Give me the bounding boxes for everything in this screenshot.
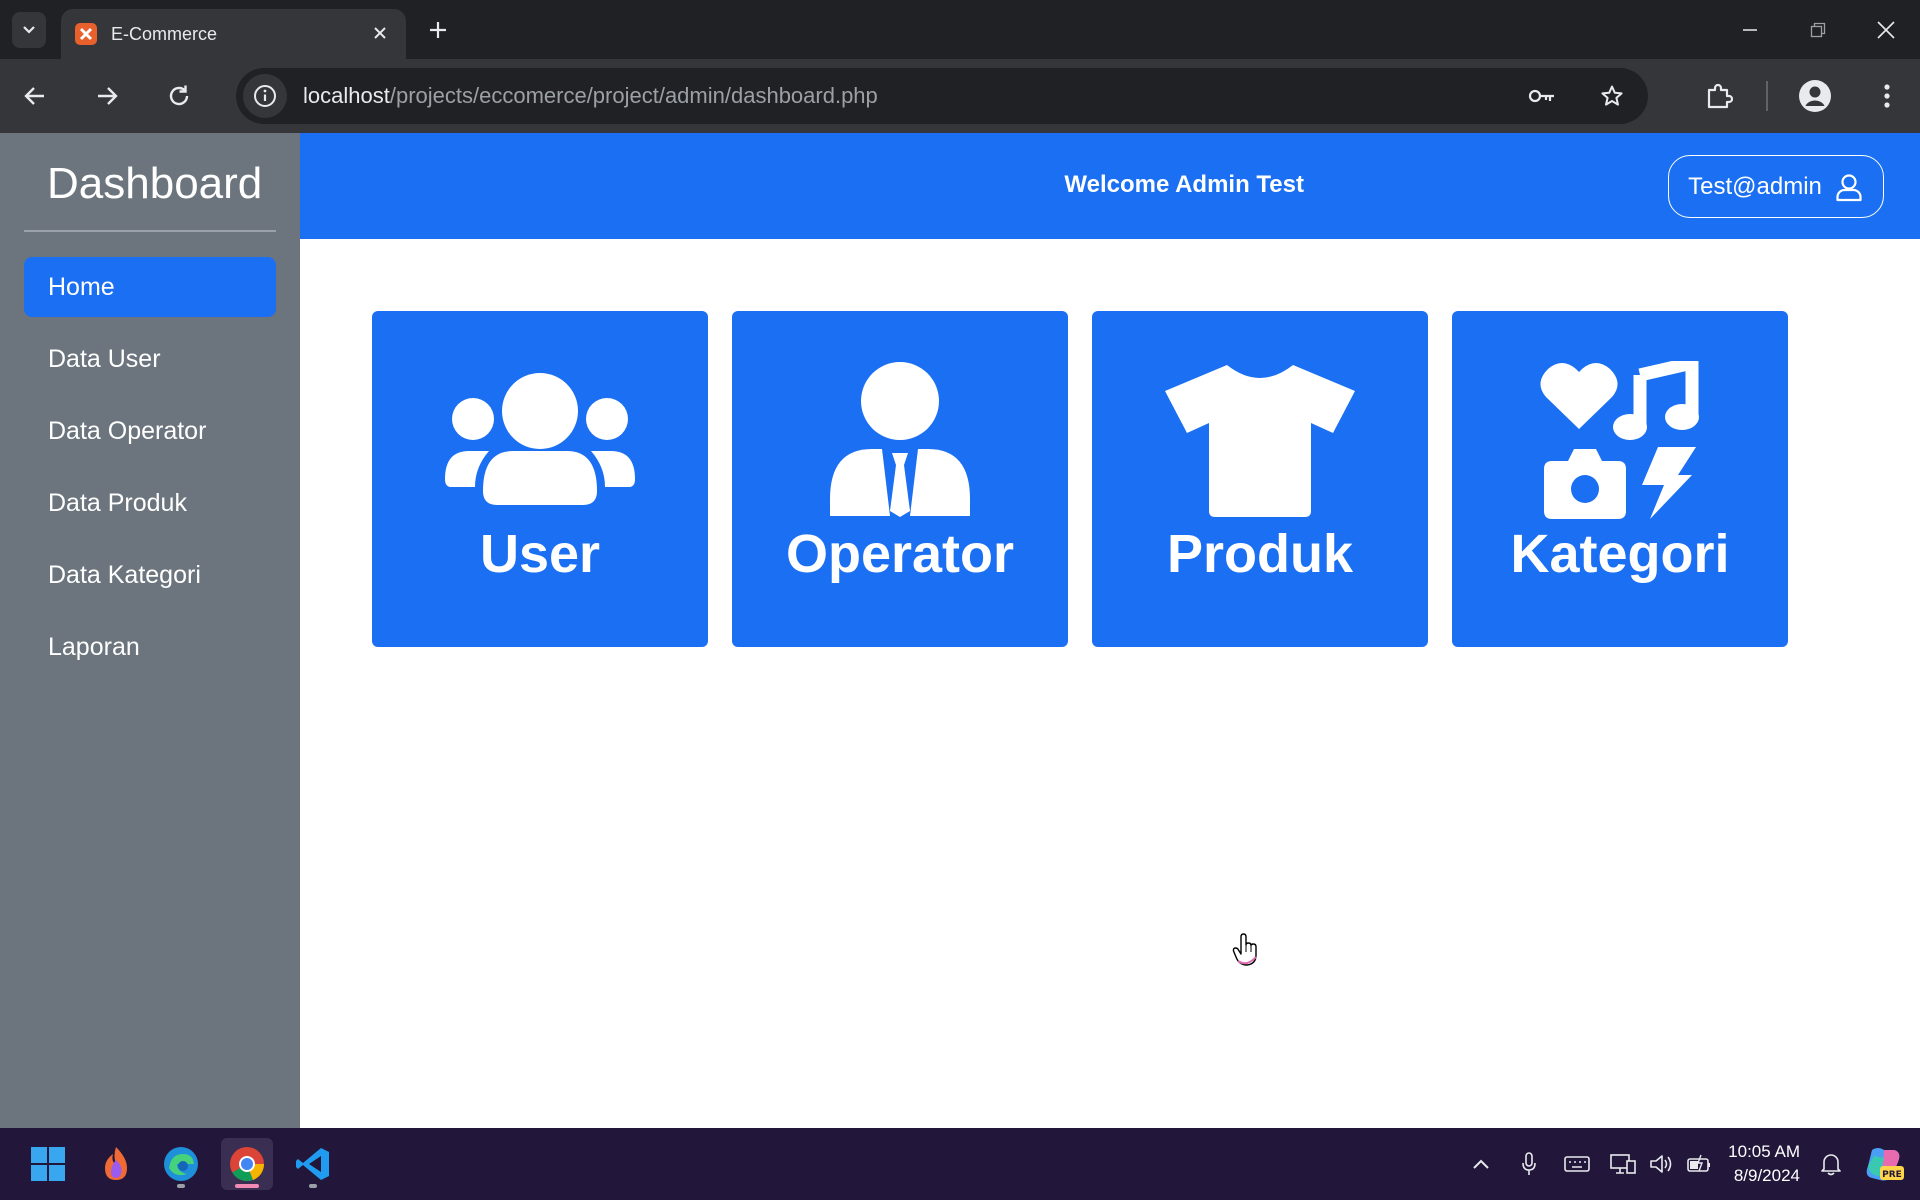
card-produk-label: Produk [1166, 524, 1354, 584]
hand-pointer-cursor-icon [1232, 933, 1260, 972]
flame-app-icon [105, 1147, 127, 1180]
extensions-puzzle-icon[interactable] [1694, 71, 1744, 121]
tab-strip: E-Commerce [0, 0, 1920, 59]
site-info-icon[interactable] [243, 74, 287, 118]
welcome-text: Welcome Admin Test [1064, 171, 1304, 198]
card-kategori-label: Kategori [1510, 524, 1730, 584]
sidebar-title: Dashboard [47, 159, 263, 208]
card-user-label: User [479, 524, 601, 584]
network-icon[interactable] [1604, 1145, 1642, 1183]
toolbar-divider [1766, 81, 1768, 111]
back-arrow-icon [24, 87, 44, 105]
reload-button[interactable] [160, 77, 198, 115]
system-tray: 10:05 AM 8/9/2024 PRE [1462, 1128, 1920, 1200]
new-tab-button[interactable] [422, 14, 454, 46]
card-kategori[interactable]: Kategori [1452, 311, 1788, 647]
forward-arrow-icon [98, 87, 118, 105]
user-tie-icon [830, 361, 970, 521]
windows-logo-icon [31, 1147, 65, 1181]
taskbar-clock[interactable]: 10:05 AM 8/9/2024 [1728, 1140, 1800, 1188]
chevron-up-icon[interactable] [1462, 1145, 1500, 1183]
restore-button[interactable] [1784, 0, 1852, 59]
taskbar-app-edge[interactable] [155, 1138, 207, 1190]
sidebar: Dashboard Home Data User Data Operator D… [0, 133, 300, 1128]
forward-button[interactable] [88, 77, 126, 115]
password-key-icon[interactable] [1522, 76, 1562, 116]
tab-title: E-Commerce [111, 23, 218, 44]
start-button[interactable] [22, 1138, 74, 1190]
top-header: Welcome Admin Test Test@admin [300, 133, 1920, 239]
bookmark-star-icon[interactable] [1592, 76, 1632, 116]
profile-avatar-icon[interactable] [1790, 71, 1840, 121]
window-controls [1716, 0, 1920, 59]
restore-icon [1810, 22, 1826, 37]
user-icon [1836, 173, 1862, 201]
reload-icon [169, 85, 189, 106]
shirt-icon [1165, 361, 1355, 521]
sidebar-item-laporan[interactable]: Laporan [24, 617, 276, 677]
user-account-label: Test@admin [1688, 172, 1822, 200]
vscode-icon [296, 1148, 329, 1180]
toolbar-right [1672, 59, 1920, 133]
sidebar-item-data-user[interactable]: Data User [24, 329, 276, 389]
icons-category-icon [1540, 361, 1700, 521]
browser-toolbar: localhost/projects/eccomerce/project/adm… [0, 59, 1920, 133]
sidebar-item-data-operator[interactable]: Data Operator [24, 401, 276, 461]
chrome-browser-icon [230, 1147, 265, 1182]
taskbar-app-flame[interactable] [90, 1138, 142, 1190]
tab-search-button[interactable] [12, 12, 46, 48]
sidebar-menu: Home Data User Data Operator Data Produk… [24, 257, 276, 689]
taskbar-app-chrome[interactable] [221, 1138, 273, 1190]
close-tab-icon[interactable] [368, 23, 392, 46]
sidebar-item-data-produk[interactable]: Data Produk [24, 473, 276, 533]
url-path: /projects/eccomerce/project/admin/dashbo… [389, 83, 878, 108]
card-user[interactable]: User [372, 311, 708, 647]
running-indicator [177, 1184, 185, 1188]
back-button[interactable] [16, 77, 54, 115]
clock-date: 8/9/2024 [1733, 1166, 1800, 1185]
sidebar-divider [24, 230, 276, 232]
more-menu-icon[interactable] [1862, 71, 1912, 121]
minimize-button[interactable] [1716, 0, 1784, 59]
sidebar-item-home[interactable]: Home [24, 257, 276, 317]
volume-icon[interactable] [1642, 1145, 1680, 1183]
browser-tab[interactable]: E-Commerce [61, 9, 406, 59]
xampp-favicon-icon [75, 23, 97, 45]
card-operator-label: Operator [785, 524, 1015, 584]
plus-icon [430, 22, 446, 38]
close-window-button[interactable] [1852, 0, 1920, 59]
users-icon [445, 361, 635, 521]
user-account-button[interactable]: Test@admin [1668, 155, 1884, 218]
chevron-down-icon [23, 26, 35, 34]
card-produk[interactable]: Produk [1092, 311, 1428, 647]
battery-icon[interactable] [1680, 1145, 1718, 1183]
close-icon [1877, 20, 1895, 39]
sidebar-item-data-kategori[interactable]: Data Kategori [24, 545, 276, 605]
web-page: Dashboard Home Data User Data Operator D… [0, 133, 1920, 1128]
taskbar-app-vscode[interactable] [287, 1138, 339, 1190]
notification-bell-icon[interactable] [1812, 1145, 1850, 1183]
dashboard-cards: User Operator Produk Kategori [372, 311, 1812, 647]
minimize-icon [1743, 28, 1757, 31]
windows-taskbar: 10:05 AM 8/9/2024 PRE [0, 1128, 1920, 1200]
url-text[interactable]: localhost/projects/eccomerce/project/adm… [303, 83, 1522, 109]
microphone-icon[interactable] [1510, 1145, 1548, 1183]
address-bar[interactable]: localhost/projects/eccomerce/project/adm… [236, 68, 1648, 124]
url-host: localhost [303, 83, 390, 108]
copilot-icon[interactable]: PRE [1862, 1145, 1906, 1183]
clock-time: 10:05 AM [1728, 1142, 1800, 1161]
keyboard-icon[interactable] [1558, 1145, 1596, 1183]
svg-text:PRE: PRE [1882, 1170, 1902, 1180]
running-indicator [309, 1184, 317, 1188]
running-indicator [235, 1184, 259, 1188]
edge-browser-icon [164, 1147, 198, 1181]
card-operator[interactable]: Operator [732, 311, 1068, 647]
